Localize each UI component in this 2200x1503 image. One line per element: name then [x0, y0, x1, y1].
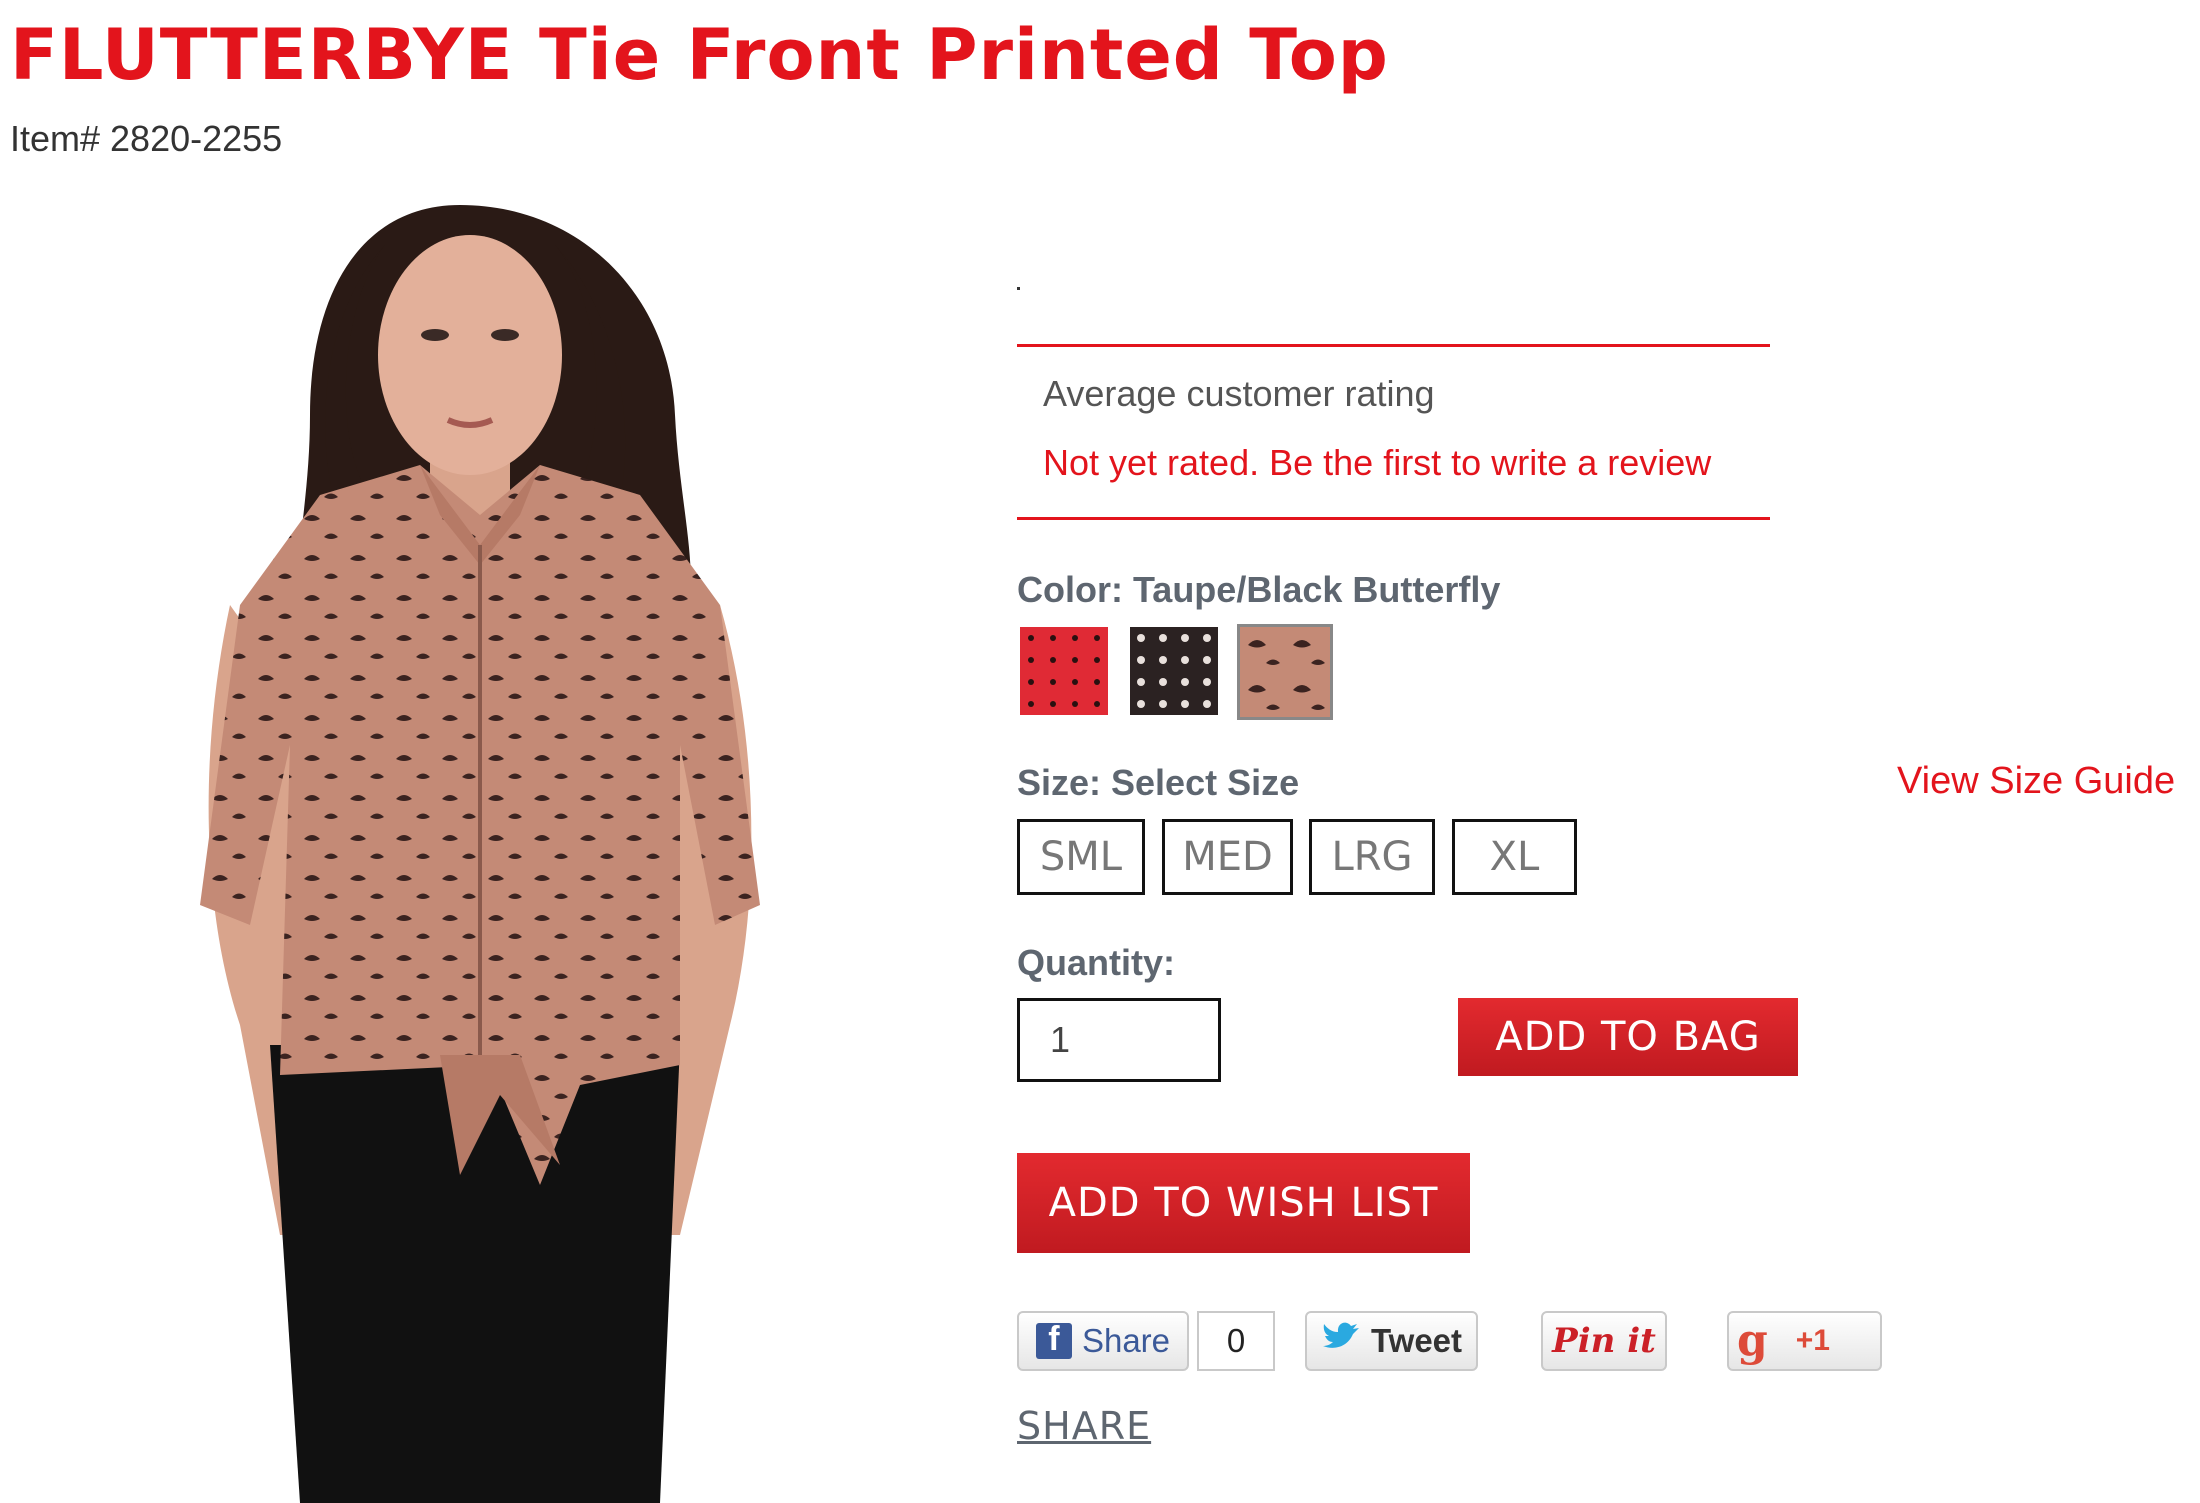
- swatch-red-polka[interactable]: [1020, 627, 1108, 715]
- black-polka-swatch-image: [1130, 627, 1218, 715]
- pinit-label: Pin it: [1552, 1321, 1656, 1361]
- swatch-taupe-butterfly[interactable]: [1237, 624, 1333, 720]
- size-label: Size: Select Size: [1017, 762, 1300, 803]
- quantity-input[interactable]: [1017, 998, 1221, 1082]
- size-option-sml[interactable]: SML: [1017, 819, 1145, 895]
- twitter-bird-icon: [1321, 1320, 1361, 1362]
- facebook-share-count: 0: [1197, 1311, 1275, 1371]
- rating-heading: Average customer rating: [1043, 373, 1435, 414]
- facebook-icon: f: [1035, 1320, 1072, 1359]
- google-plus-one-button[interactable]: g +1: [1727, 1311, 1882, 1371]
- rating-top-divider: [1017, 344, 1770, 347]
- add-to-wish-list-button[interactable]: ADD TO WISH LIST: [1017, 1153, 1470, 1253]
- divider-dot: [1017, 287, 1020, 290]
- pinit-button[interactable]: Pin it: [1541, 1311, 1667, 1371]
- product-image[interactable]: [160, 185, 880, 1503]
- red-polka-swatch-image: [1020, 627, 1108, 715]
- google-plus-icon: g: [1737, 1315, 1768, 1366]
- taupe-butterfly-swatch-image: [1240, 627, 1330, 717]
- model-photo-illustration: [200, 205, 760, 1503]
- quantity-label: Quantity:: [1017, 942, 1175, 983]
- size-option-med[interactable]: MED: [1162, 819, 1293, 895]
- item-number: Item# 2820-2255: [10, 118, 283, 159]
- write-review-link[interactable]: Not yet rated. Be the first to write a r…: [1043, 442, 1711, 484]
- add-to-bag-button[interactable]: ADD TO BAG: [1458, 998, 1798, 1076]
- share-link[interactable]: SHARE: [1017, 1404, 1151, 1448]
- facebook-share-button[interactable]: f Share: [1017, 1311, 1189, 1371]
- facebook-share-label: Share: [1081, 1322, 1171, 1359]
- google-plus-one-label: +1: [1795, 1324, 1830, 1357]
- tweet-label: Tweet: [1370, 1322, 1463, 1359]
- tweet-button[interactable]: Tweet: [1305, 1311, 1478, 1371]
- size-option-xl[interactable]: XL: [1452, 819, 1577, 895]
- view-size-guide-link[interactable]: View Size Guide: [1897, 760, 2175, 803]
- size-option-lrg[interactable]: LRG: [1309, 819, 1435, 895]
- rating-bottom-divider: [1017, 517, 1770, 520]
- swatch-black-polka[interactable]: [1130, 627, 1218, 715]
- product-title: FLUTTERBYE Tie Front Printed Top: [10, 14, 1389, 96]
- color-label: Color: Taupe/Black Butterfly: [1017, 569, 1501, 610]
